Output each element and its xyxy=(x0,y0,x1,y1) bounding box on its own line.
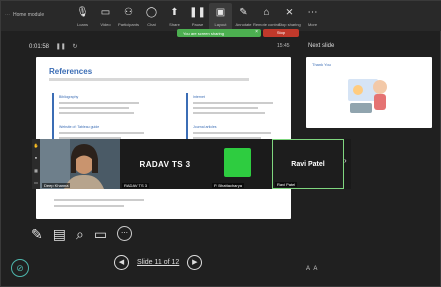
toolbar-annotate-button[interactable]: ✎ Annotate xyxy=(232,3,255,31)
slide-title: References xyxy=(49,67,93,76)
participant-tile[interactable]: RADAV TS 3 RADAV TS 3 xyxy=(120,139,210,189)
annotation-toggle-icon[interactable]: ⊘ xyxy=(11,259,29,277)
more-dots-icon[interactable]: ⋯ xyxy=(5,12,10,18)
clock: 15:45 xyxy=(277,43,290,49)
participant-tile-video[interactable]: Deep Khanna xyxy=(40,139,120,189)
toolbar-label: Stop sharing xyxy=(278,22,301,27)
slide-navigation: ◀ Slide 11 of 12 ▶ xyxy=(114,255,203,270)
presenter-tools: ✎ ▤ ⌕ ▭ ⋯ xyxy=(31,226,133,243)
presenter-window: ⋯ Home module 🎙 Loans ▭ Video ⚇ Participants ◯ C… xyxy=(0,0,441,287)
toolbar-label: Video xyxy=(100,22,111,27)
toolbar-label: Layout xyxy=(214,22,227,27)
toolbar-label: Remote control xyxy=(252,22,281,27)
pen-icon: ✎ xyxy=(239,7,248,18)
share-screen-icon: ⬆ xyxy=(170,7,179,18)
toolbar-tools: 🎙 Loans ▭ Video ⚇ Participants ◯ Chat ⬆ Share ❚❚ Pa… xyxy=(71,3,324,31)
next-slide-preview[interactable]: Thank You xyxy=(306,57,432,128)
participant-avatar xyxy=(224,148,251,177)
toolbar-label: Share xyxy=(169,22,180,27)
participant-name: P. Bhattacharya xyxy=(212,183,244,188)
next-slide-button[interactable]: ▶ xyxy=(187,255,203,270)
toolbar-chat-button[interactable]: ◯ Chat xyxy=(140,3,163,31)
participant-tile-active-speaker[interactable]: Ravi Patel Ravi Patel xyxy=(272,139,344,189)
window-title: ⋯ Home module xyxy=(5,12,45,18)
participant-tile[interactable]: P. Bhattacharya xyxy=(210,139,272,189)
participant-name: RADAV TS 3 xyxy=(122,183,149,188)
close-icon[interactable]: × xyxy=(255,29,258,35)
next-slide-heading: Next slide xyxy=(308,43,335,49)
toolbar-participants-button[interactable]: ⚇ Participants xyxy=(117,3,140,31)
toolbar-label: Pause xyxy=(191,22,204,27)
microphone-icon: 🎙 xyxy=(76,7,89,18)
participant-display-name: RADAV TS 3 xyxy=(139,159,191,169)
toolbar-more-button[interactable]: ⋯ More xyxy=(301,3,324,31)
presentation-timer: 0:01:58 ❚❚ ↻ xyxy=(29,44,78,50)
people-icon: ⚇ xyxy=(124,7,133,18)
participant-video xyxy=(40,139,120,189)
toolbar-label: Chat xyxy=(147,22,156,27)
grid-icon[interactable]: ▦ xyxy=(34,168,38,173)
chat-icon: ◯ xyxy=(145,7,158,18)
strip-controls: ✋ ● ▦ ▭ xyxy=(32,139,40,189)
hand-icon[interactable]: ✋ xyxy=(34,143,39,148)
participant-strip: ✋ ● ▦ ▭ Deep Khanna RADAV TS 3 RADAV TS … xyxy=(32,139,351,189)
pause-icon: ❚❚ xyxy=(189,7,206,18)
toolbar-remote-control-button[interactable]: ⌂ Remote control xyxy=(252,3,281,31)
font-size-controls[interactable]: A A xyxy=(306,266,317,272)
screen-sharing-banner: You are screen sharing × xyxy=(177,29,261,37)
participant-name: Deep Khanna xyxy=(42,183,71,188)
illustration-image xyxy=(348,79,387,113)
reset-timer-icon[interactable]: ↻ xyxy=(72,44,77,50)
toolbar-video-button[interactable]: ▭ Video xyxy=(94,3,117,31)
participant-display-name: Ravi Patel xyxy=(291,160,325,168)
stop-share-icon: ⨯ xyxy=(285,7,294,18)
more-options-icon[interactable]: ⋯ xyxy=(117,226,133,241)
pen-icon[interactable]: ✎ xyxy=(31,226,43,243)
toolbar-stop-sharing-button[interactable]: ⨯ Stop sharing xyxy=(278,3,301,31)
chevron-right-icon[interactable]: › xyxy=(344,156,347,165)
toolbar-label: Loans xyxy=(77,22,88,27)
remote-icon: ⌂ xyxy=(263,7,270,18)
toolbar-share-button[interactable]: ⬆ Share xyxy=(163,3,186,31)
meeting-toolbar: ⋯ Home module 🎙 Loans ▭ Video ⚇ Participants ◯ C… xyxy=(1,1,441,31)
mic-icon[interactable]: ● xyxy=(35,155,37,160)
participant-name: Ravi Patel xyxy=(275,182,298,187)
toolbar-layout-button[interactable]: ▣ Layout xyxy=(209,3,232,31)
more-icon: ⋯ xyxy=(307,7,318,18)
toolbar-label: Annotate xyxy=(235,22,252,27)
pause-timer-icon[interactable]: ❚❚ xyxy=(56,44,66,50)
stop-sharing-button[interactable]: Stop xyxy=(263,29,299,37)
layout-icon: ▣ xyxy=(215,7,226,18)
reference-box: Bibliography xyxy=(52,93,152,123)
toolbar-pause-button[interactable]: ❚❚ Pause xyxy=(186,3,209,31)
next-slide-title: Thank You xyxy=(312,62,331,67)
slide-subtitle-line xyxy=(49,78,249,81)
slide-counter: Slide 11 of 12 xyxy=(137,259,180,266)
screen-icon[interactable]: ▭ xyxy=(94,226,107,243)
toolbar-label: Participants xyxy=(118,22,139,27)
previous-slide-button[interactable]: ◀ xyxy=(114,255,129,270)
camera-icon: ▭ xyxy=(100,7,111,18)
toolbar-loans-button[interactable]: 🎙 Loans xyxy=(71,3,94,31)
reference-box: Internet xyxy=(186,93,286,123)
camera-icon[interactable]: ▭ xyxy=(34,180,38,185)
slides-grid-icon[interactable]: ▤ xyxy=(53,226,66,243)
toolbar-label: More xyxy=(307,22,318,27)
zoom-icon[interactable]: ⌕ xyxy=(76,226,84,243)
current-slide[interactable]: References Bibliography Internet Website… xyxy=(36,57,291,219)
